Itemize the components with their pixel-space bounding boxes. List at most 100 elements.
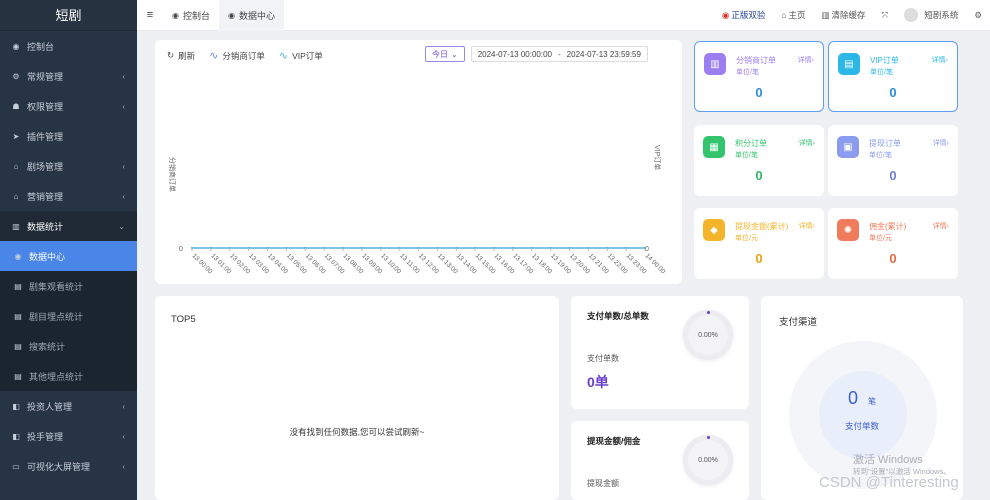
sidebar: 短剧 ◉ 控制台 ⚙ 常规管理 ‹ ☗ 权限管理 ‹ ➤ 插件管理 ⌂ 剧场管理 ‹ ⌂ 营销管理 ‹ ▥ 数据统…: [0, 0, 137, 500]
sidebar-item-marketing[interactable]: ⌂ 营销管理 ‹: [0, 181, 137, 211]
pay-channel-value: 0: [847, 388, 858, 408]
stat-card: ◆ 提现金额(累计) 单位/元 详情› 0: [694, 208, 824, 279]
stat-card: ▣ 提现订单 单位/笔 详情› 0: [828, 125, 958, 196]
ring-progress-dot: [707, 311, 710, 314]
stat-detail-link[interactable]: 详情›: [932, 55, 948, 65]
legend-distributor[interactable]: ∿ 分销商订单: [209, 49, 265, 62]
sidebar-item-investor[interactable]: ◧ 投资人管理 ‹: [0, 391, 137, 421]
pay-channel-inner-ring: [819, 371, 907, 459]
sidebar-item-bigscreen[interactable]: ▭ 可视化大屏管理 ‹: [0, 451, 137, 481]
trash-icon: ▥: [821, 9, 830, 20]
stat-detail-link[interactable]: 详情›: [799, 138, 815, 148]
top5-card: TOP5 没有找到任何数据,您可以尝试刷新~: [155, 296, 559, 500]
chevron-icon: ‹: [122, 71, 125, 81]
today-label: 今日: [432, 49, 448, 59]
stat-detail-link[interactable]: 详情›: [933, 221, 949, 231]
clear-cache-label: 清除缓存: [831, 10, 866, 20]
calendar-icon: ▦: [703, 136, 725, 158]
brand-logo: 短剧: [0, 0, 137, 31]
user-name: 短剧系统: [924, 10, 959, 20]
user-menu[interactable]: 短剧系统: [896, 8, 966, 22]
stat-value: 0: [755, 251, 763, 266]
stat-unit: 单位/笔: [869, 152, 892, 159]
sidebar-item-label: 剧集观看统计: [29, 281, 84, 292]
stat-title: 提现金额(累计): [735, 222, 789, 231]
x-tick-label: 14 00:00: [644, 252, 667, 275]
today-select[interactable]: 今日 ⌄: [425, 46, 465, 62]
pay-count-title: 支付单数/总单数: [587, 311, 649, 321]
list-icon: ▤: [14, 281, 22, 291]
fullscreen-icon[interactable]: ⤧: [874, 10, 897, 21]
stat-title: 积分订单: [735, 139, 767, 148]
sidebar-item-permission[interactable]: ☗ 权限管理 ‹: [0, 91, 137, 121]
pay-channel-unit: 笔: [868, 397, 876, 406]
sidebar-item-data-center[interactable]: ◉ 数据中心: [0, 241, 137, 271]
tab-dashboard[interactable]: ◉ 控制台: [163, 0, 219, 31]
withdraw-label: 提现金额: [587, 479, 619, 488]
refresh-label: 刷新: [178, 50, 196, 61]
topbar-actions: ◉ 正版双验 ⌂ 主页 ▥ 清除缓存 ⤧ 短剧系统 ⚙: [714, 0, 990, 31]
sidebar-item-search-stats[interactable]: ▤ 搜索统计: [0, 331, 137, 361]
chevron-icon: ‹: [122, 431, 125, 441]
stat-value: 0: [755, 168, 763, 183]
home-icon: ⌂: [781, 10, 787, 20]
stat-detail-link[interactable]: 详情›: [933, 138, 949, 148]
stat-unit: 单位/笔: [735, 152, 758, 159]
stat-title: VIP订单: [870, 56, 899, 65]
dashboard-icon: ◉: [228, 10, 235, 20]
ring-progress-dot: [707, 436, 710, 439]
refresh-button[interactable]: ↻ 刷新: [167, 50, 195, 62]
stat-detail-link[interactable]: 详情›: [799, 221, 815, 231]
stat-card: ▦ 积分订单单位/笔 详情› 0: [694, 125, 824, 196]
sidebar-item-label: 其他埋点统计: [29, 371, 84, 382]
home-icon: ⌂: [13, 191, 19, 201]
sidebar-item-label: 数据中心: [29, 251, 66, 262]
bar-chart-icon: ▥: [704, 53, 726, 75]
clear-cache-button[interactable]: ▥ 清除缓存: [814, 9, 874, 21]
date-filter: 今日 ⌄ 2024-07-13 00:00:00 - 2024-07-13 23…: [425, 46, 648, 62]
date-range-input[interactable]: 2024-07-13 00:00:00 - 2024-07-13 23:59:5…: [470, 46, 648, 62]
sidebar-item-dashboard[interactable]: ◉ 控制台: [0, 31, 137, 61]
sidebar-item-advertiser[interactable]: ◧ 投手管理 ‹: [0, 421, 137, 451]
sidebar-item-label: 剧场管理: [27, 161, 64, 172]
order-chart-card: 分销商订单 VIP订单 0 0 13 00:00 13 01:00 13 02:00 13 0…: [155, 40, 682, 284]
genuine-link[interactable]: ◉ 正版双验: [714, 9, 773, 21]
dashboard-icon: ◉: [172, 10, 179, 20]
sidebar-item-other-tracking-stats[interactable]: ▤ 其他埋点统计: [0, 361, 137, 391]
chevron-icon: ‹: [122, 161, 125, 171]
sidebar-nav: ◉ 控制台 ⚙ 常规管理 ‹ ☗ 权限管理 ‹ ➤ 插件管理 ⌂ 剧场管理 ‹ ⌂ 营销管理 ‹ ▥ 数据统计 ⌄ ◉…: [0, 31, 137, 481]
wallet-icon: ▣: [837, 136, 859, 158]
pay-channel-count: 0笔: [761, 388, 963, 409]
sidebar-item-drama-tracking-stats[interactable]: ▤ 剧目埋点统计: [0, 301, 137, 331]
settings-icon[interactable]: ⚙: [966, 10, 990, 21]
sidebar-item-label: 权限管理: [27, 101, 64, 112]
stat-title: 提现订单: [869, 139, 901, 148]
range-start: 2024-07-13 00:00:00: [477, 49, 552, 59]
menu-toggle-icon[interactable]: ≡: [137, 9, 163, 21]
sidebar-item-plugin[interactable]: ➤ 插件管理: [0, 121, 137, 151]
stat-detail-link[interactable]: 详情›: [798, 55, 814, 65]
home-link[interactable]: ⌂ 主页: [773, 9, 813, 21]
y-axis-label-left: 分销商订单: [168, 157, 177, 192]
tab-data-center[interactable]: ◉ 数据中心: [219, 0, 284, 31]
withdraw-ring: 0.00%: [683, 435, 733, 485]
list-icon: ▤: [14, 341, 22, 351]
legend-vip[interactable]: ∿ VIP订单: [279, 49, 323, 62]
rocket-icon: ➤: [12, 131, 20, 141]
stat-value: 0: [755, 85, 763, 100]
shield-icon: ◆: [703, 219, 725, 241]
sidebar-item-statistics[interactable]: ▥ 数据统计 ⌄: [0, 211, 137, 241]
sidebar-item-episode-view-stats[interactable]: ▤ 剧集观看统计: [0, 271, 137, 301]
home-label: 主页: [788, 10, 806, 20]
withdraw-percent: 0.00%: [698, 456, 718, 464]
sidebar-item-label: 投手管理: [27, 431, 64, 442]
dashboard-icon: ◉: [14, 251, 22, 261]
sidebar-item-label: 可视化大屏管理: [27, 461, 91, 472]
sidebar-item-general[interactable]: ⚙ 常规管理 ‹: [0, 61, 137, 91]
sidebar-item-theater[interactable]: ⌂ 剧场管理 ‹: [0, 151, 137, 181]
chevron-icon: ⌄: [118, 221, 125, 231]
stat-value: 0: [889, 251, 897, 266]
stat-card: ▥ 分销商订单 单位/笔 详情› 0: [694, 41, 824, 112]
range-separator: -: [558, 49, 561, 59]
sidebar-item-label: 剧目埋点统计: [29, 311, 84, 322]
